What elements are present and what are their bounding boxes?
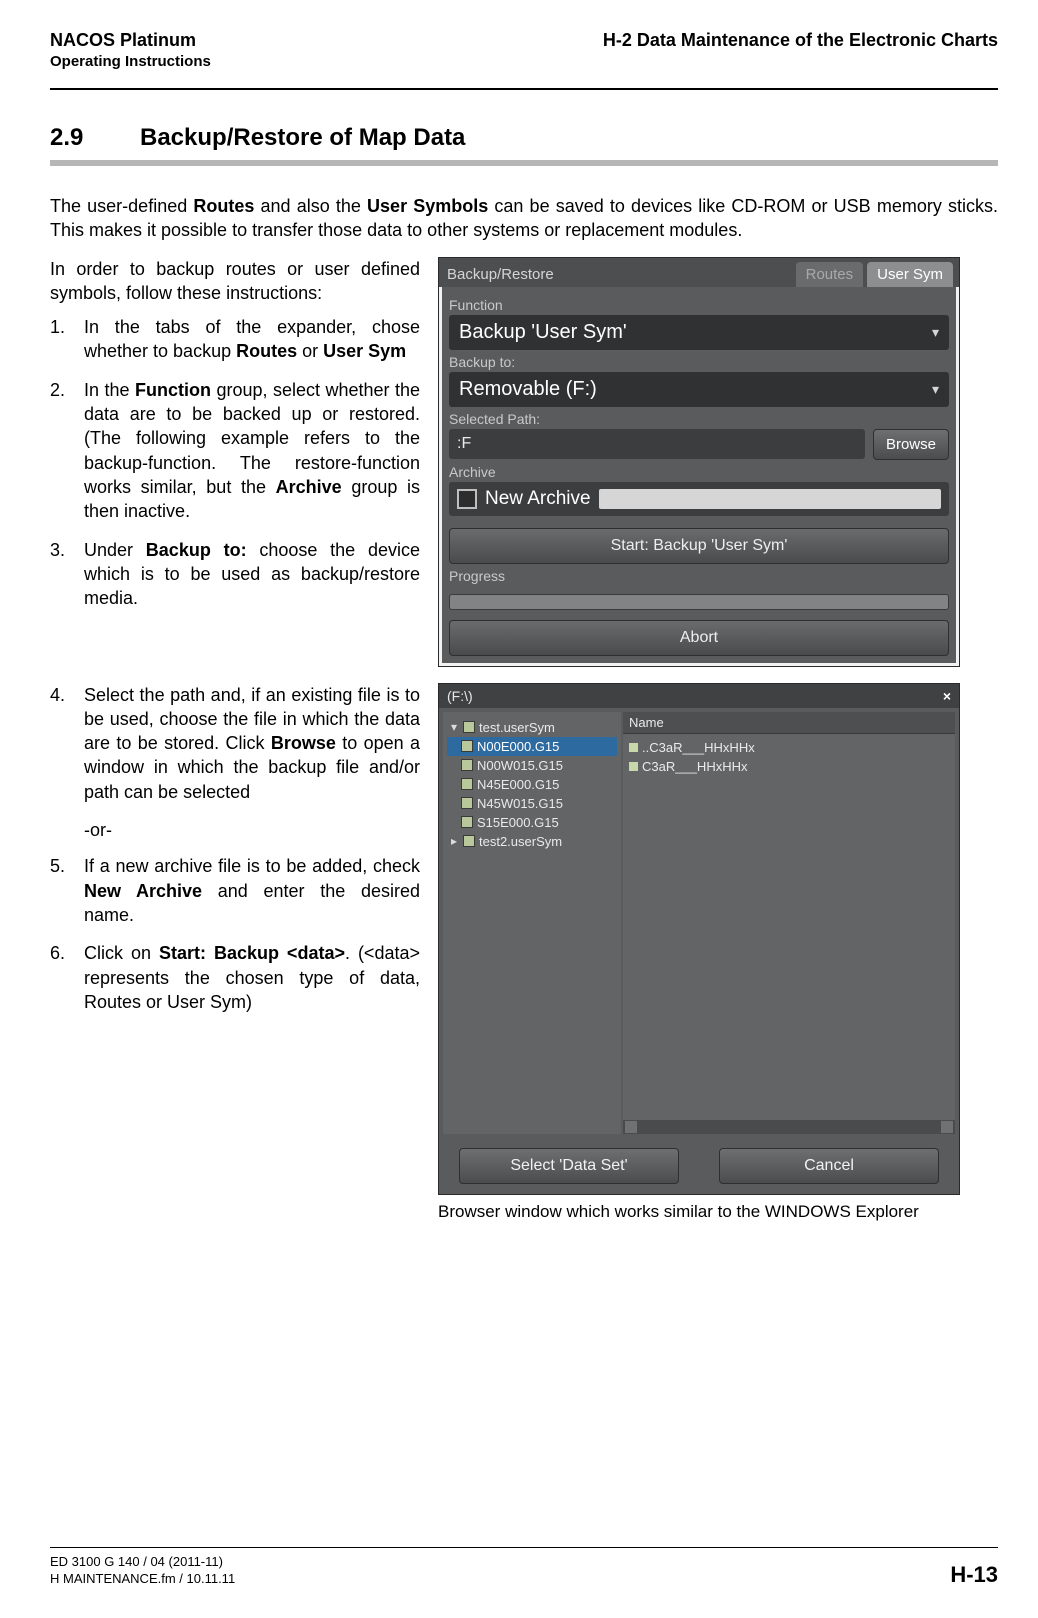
- file-list[interactable]: Name ..C3aR___HHxHHx C3aR___HHxHHx: [623, 712, 955, 1134]
- footer-rule: [50, 1547, 998, 1548]
- page-footer: ED 3100 G 140 / 04 (2011-11) H MAINTENAN…: [50, 1539, 998, 1588]
- section-title: Backup/Restore of Map Data: [140, 124, 465, 151]
- list-item[interactable]: ..C3aR___HHxHHx: [629, 738, 949, 757]
- step-6: 6. Click on Start: Backup <data>. (<data…: [50, 941, 420, 1014]
- step-1: 1. In the tabs of the expander, chose wh…: [50, 315, 420, 364]
- tree-item[interactable]: N45W015.G15: [447, 794, 617, 813]
- backup-restore-panel: Backup/Restore Routes User Sym Function …: [438, 257, 960, 667]
- section-number: 2.9: [50, 124, 140, 152]
- doc-title: NACOS Platinum: [50, 30, 211, 51]
- tree-item[interactable]: S15E000.G15: [447, 813, 617, 832]
- selected-path-label: Selected Path:: [449, 411, 949, 427]
- tab-routes[interactable]: Routes: [796, 262, 864, 287]
- footer-doc-id: ED 3100 G 140 / 04 (2011-11): [50, 1554, 235, 1571]
- scroll-left-icon[interactable]: [625, 1121, 637, 1133]
- new-archive-checkbox[interactable]: [457, 489, 477, 509]
- tab-user-sym[interactable]: User Sym: [867, 262, 953, 287]
- selected-path-value: :F: [449, 429, 865, 459]
- start-backup-button[interactable]: Start: Backup 'User Sym': [449, 528, 949, 564]
- browser-title: (F:\): [447, 688, 473, 704]
- or-separator: -or-: [84, 818, 420, 842]
- function-group-label: Function: [449, 297, 949, 313]
- function-dropdown[interactable]: Backup 'User Sym'▾: [449, 315, 949, 350]
- column-header-name[interactable]: Name: [623, 712, 955, 734]
- footer-file-info: H MAINTENANCE.fm / 10.11.11: [50, 1571, 235, 1588]
- abort-button[interactable]: Abort: [449, 620, 949, 656]
- tree-item[interactable]: N45E000.G15: [447, 775, 617, 794]
- close-icon[interactable]: ×: [943, 688, 951, 704]
- cancel-button[interactable]: Cancel: [719, 1148, 939, 1184]
- backup-to-dropdown[interactable]: Removable (F:)▾: [449, 372, 949, 407]
- chevron-down-icon: ▾: [932, 381, 939, 398]
- page-number: H-13: [950, 1562, 998, 1588]
- figure-caption: Browser window which works similar to th…: [438, 1201, 958, 1223]
- section-heading: 2.9 Backup/Restore of Map Data: [50, 124, 998, 152]
- chapter-title: H-2 Data Maintenance of the Electronic C…: [603, 30, 998, 51]
- panel-title-tab: Backup/Restore: [445, 262, 564, 287]
- doc-subtitle: Operating Instructions: [50, 53, 211, 70]
- select-data-set-button[interactable]: Select 'Data Set': [459, 1148, 679, 1184]
- new-archive-input[interactable]: [599, 489, 941, 509]
- instruction-lead: In order to backup routes or user define…: [50, 257, 420, 306]
- header-rule: [50, 88, 998, 90]
- step-5: 5. If a new archive file is to be added,…: [50, 854, 420, 927]
- new-archive-label: New Archive: [485, 488, 591, 510]
- chevron-down-icon: ▾: [932, 324, 939, 341]
- archive-group-label: Archive: [449, 464, 949, 480]
- page-header: NACOS Platinum Operating Instructions H-…: [50, 30, 998, 70]
- progress-group-label: Progress: [449, 568, 949, 584]
- browse-button[interactable]: Browse: [873, 429, 949, 460]
- intro-paragraph: The user-defined Routes and also the Use…: [50, 194, 998, 243]
- scroll-right-icon[interactable]: [941, 1121, 953, 1133]
- section-underline: [50, 160, 998, 166]
- progress-bar: [449, 594, 949, 610]
- tree-item[interactable]: N00W015.G15: [447, 756, 617, 775]
- list-item[interactable]: C3aR___HHxHHx: [629, 757, 949, 776]
- step-3: 3. Under Backup to: choose the device wh…: [50, 538, 420, 611]
- tree-item-selected[interactable]: N00E000.G15: [447, 737, 617, 756]
- backup-to-label: Backup to:: [449, 354, 949, 370]
- step-2: 2. In the Function group, select whether…: [50, 378, 420, 524]
- horizontal-scrollbar[interactable]: [623, 1120, 955, 1134]
- folder-tree[interactable]: ▾test.userSym N00E000.G15 N00W015.G15 N4…: [443, 712, 621, 1134]
- file-browser-window: (F:\) × ▾test.userSym N00E000.G15 N00W01…: [438, 683, 960, 1195]
- step-4: 4. Select the path and, if an existing f…: [50, 683, 420, 804]
